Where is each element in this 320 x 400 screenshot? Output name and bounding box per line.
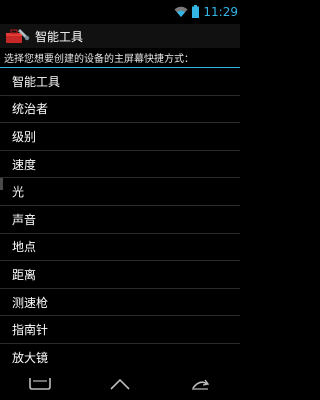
- clock: 11:29: [203, 5, 238, 19]
- status-icons: 11:29: [174, 0, 240, 24]
- list-item-label: 统治者: [12, 102, 49, 117]
- list-item-label: 声音: [12, 212, 37, 227]
- app-title: 智能工具: [35, 29, 84, 44]
- list-item-label: 指南针: [12, 323, 49, 338]
- recents-button[interactable]: [180, 372, 220, 398]
- list-item[interactable]: 光: [0, 178, 240, 206]
- back-button[interactable]: [20, 372, 60, 398]
- list-item[interactable]: 声音: [0, 206, 240, 234]
- list-item[interactable]: 指南针: [0, 316, 240, 344]
- home-button[interactable]: [100, 372, 140, 398]
- list-item[interactable]: 速度: [0, 151, 240, 179]
- list-item-label: 光: [12, 185, 25, 200]
- toolbox-icon[interactable]: [3, 26, 31, 46]
- action-bar: 智能工具: [0, 24, 240, 48]
- list-item[interactable]: 距离: [0, 261, 240, 289]
- list-item-label: 距离: [12, 267, 37, 282]
- drawer-handle[interactable]: [0, 178, 3, 190]
- shortcut-list[interactable]: 智能工具 统治者 级别 速度 光 声音 地点 距离 测速枪 指南针 放大镜 镜: [0, 68, 240, 370]
- list-item-label: 地点: [12, 240, 37, 255]
- battery-icon: [192, 3, 200, 22]
- back-icon: [28, 376, 52, 395]
- navigation-bar: [0, 370, 240, 400]
- wifi-icon: [174, 3, 188, 22]
- list-item[interactable]: 统治者: [0, 96, 240, 124]
- recents-icon: [189, 376, 211, 395]
- list-item[interactable]: 测速枪: [0, 289, 240, 317]
- home-icon: [109, 376, 131, 395]
- list-item-label: 智能工具: [12, 74, 61, 89]
- list-item[interactable]: 放大镜: [0, 344, 240, 370]
- list-item-label: 速度: [12, 157, 37, 172]
- list-item[interactable]: 级别: [0, 123, 240, 151]
- shortcut-prompt: 选择您想要创建的设备的主屏幕快捷方式：: [4, 54, 194, 65]
- list-item-label: 级别: [12, 129, 37, 144]
- list-item-label: 测速枪: [12, 295, 49, 310]
- list-item-label: 放大镜: [12, 350, 49, 365]
- list-item[interactable]: 智能工具: [0, 68, 240, 96]
- status-bar: 11:29: [0, 0, 240, 24]
- list-item[interactable]: 地点: [0, 234, 240, 262]
